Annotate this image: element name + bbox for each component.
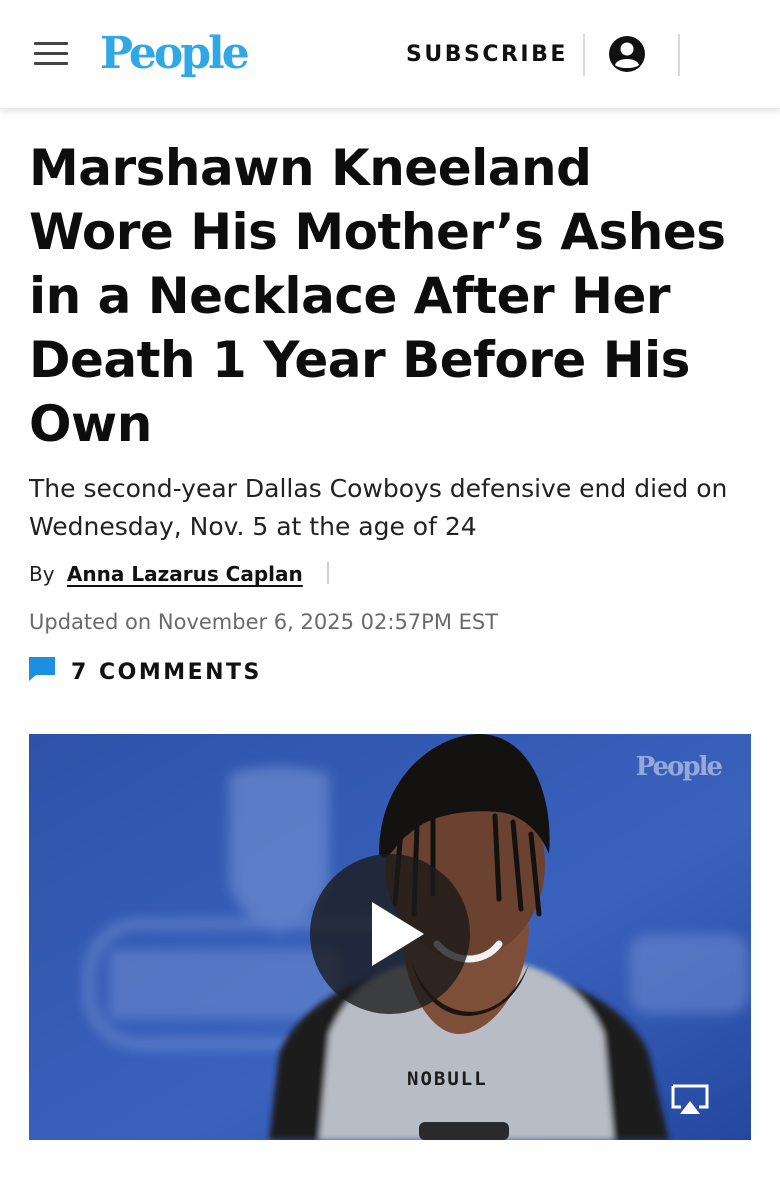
article-dek: The second-year Dallas Cowboys defensive… xyxy=(29,474,728,541)
byline-divider xyxy=(327,562,330,584)
author-link[interactable]: Anna Lazarus Caplan xyxy=(67,562,303,586)
comments-count: 7 COMMENTS xyxy=(71,660,262,685)
airplay-icon[interactable] xyxy=(669,1082,711,1118)
people-logo[interactable]: People xyxy=(100,26,250,82)
article-headline: Marshawn Kneeland Wore His Mother’s Ashe… xyxy=(29,139,726,453)
play-icon[interactable] xyxy=(310,854,470,1014)
shirt-logo-text: NOBULL xyxy=(407,1068,488,1090)
hamburger-menu-icon[interactable] xyxy=(34,40,68,66)
site-header: People SUBSCRIBE xyxy=(0,0,780,109)
comment-bubble-icon xyxy=(29,657,55,681)
video-player[interactable]: People NOBULL xyxy=(29,734,751,1140)
byline-prefix: By xyxy=(29,562,55,586)
header-divider xyxy=(583,34,585,76)
header-divider-right xyxy=(678,34,680,76)
subscribe-button[interactable]: SUBSCRIBE xyxy=(406,40,568,70)
video-watermark-logo: People xyxy=(635,752,723,782)
byline: By Anna Lazarus Caplan xyxy=(29,558,330,590)
account-circle-icon[interactable] xyxy=(608,35,646,73)
updated-timestamp: Updated on November 6, 2025 02:57PM EST xyxy=(29,610,499,634)
